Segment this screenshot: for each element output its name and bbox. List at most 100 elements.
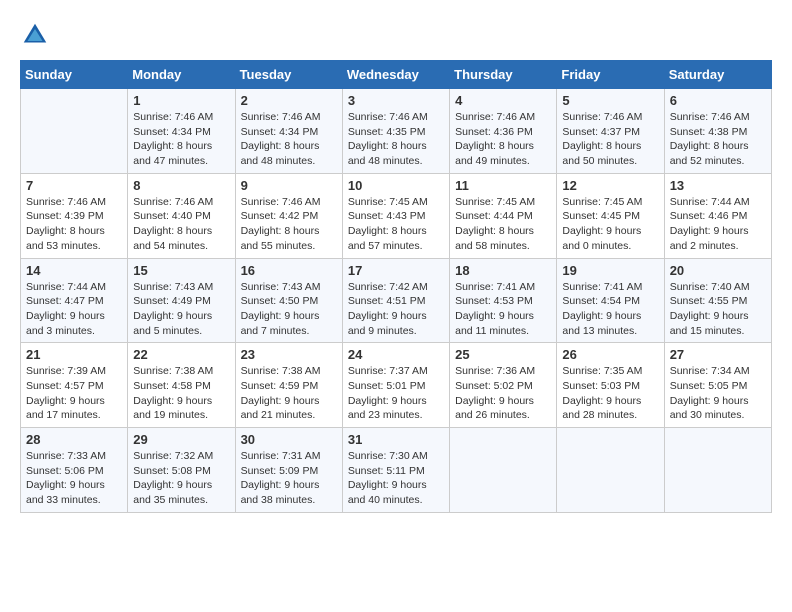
day-info: Sunrise: 7:44 AM Sunset: 4:47 PM Dayligh… xyxy=(26,280,122,339)
day-number: 20 xyxy=(670,263,766,278)
calendar-cell: 31 Sunrise: 7:30 AM Sunset: 5:11 PM Dayli… xyxy=(342,428,449,513)
calendar-cell: 23 Sunrise: 7:38 AM Sunset: 4:59 PM Dayli… xyxy=(235,343,342,428)
day-info: Sunrise: 7:46 AM Sunset: 4:39 PM Dayligh… xyxy=(26,195,122,254)
page-header xyxy=(20,20,772,50)
calendar-cell: 14 Sunrise: 7:44 AM Sunset: 4:47 PM Dayli… xyxy=(21,258,128,343)
day-number: 6 xyxy=(670,93,766,108)
calendar-cell: 1Sunrise: 7:46 AM Sunset: 4:34 PM Daylig… xyxy=(128,89,235,174)
day-number: 11 xyxy=(455,178,551,193)
day-info: Sunrise: 7:39 AM Sunset: 4:57 PM Dayligh… xyxy=(26,364,122,423)
calendar-header: SundayMondayTuesdayWednesdayThursdayFrid… xyxy=(21,61,772,89)
header-row: SundayMondayTuesdayWednesdayThursdayFrid… xyxy=(21,61,772,89)
calendar-cell: 25 Sunrise: 7:36 AM Sunset: 5:02 PM Dayli… xyxy=(450,343,557,428)
day-info: Sunrise: 7:43 AM Sunset: 4:49 PM Dayligh… xyxy=(133,280,229,339)
day-info: Sunrise: 7:46 AM Sunset: 4:36 PM Dayligh… xyxy=(455,110,551,169)
day-info: Sunrise: 7:36 AM Sunset: 5:02 PM Dayligh… xyxy=(455,364,551,423)
logo xyxy=(20,20,54,50)
calendar-week-row: 7 Sunrise: 7:46 AM Sunset: 4:39 PM Daylig… xyxy=(21,173,772,258)
day-info: Sunrise: 7:46 AM Sunset: 4:40 PM Dayligh… xyxy=(133,195,229,254)
calendar-body: 1 Sunrise: 7:46 AM Sunset: 4:34 PM Daylig… xyxy=(21,89,772,513)
day-number: 31 xyxy=(348,432,444,447)
calendar-cell: 19Sunrise: 7:41 AM Sunset: 4:54 PM Dayli… xyxy=(557,258,664,343)
calendar-cell: 5 Sunrise: 7:46 AM Sunset: 4:37 PM Daylig… xyxy=(557,89,664,174)
logo-icon xyxy=(20,20,50,50)
day-number: 15 xyxy=(133,263,229,278)
day-number: 29 xyxy=(133,432,229,447)
calendar-cell: 2 Sunrise: 7:46 AM Sunset: 4:34 PM Daylig… xyxy=(235,89,342,174)
day-number: 12 xyxy=(562,178,658,193)
day-info: Sunrise: 7:45 AM Sunset: 4:43 PM Dayligh… xyxy=(348,195,444,254)
day-info: Sunrise: 7:44 AM Sunset: 4:46 PM Dayligh… xyxy=(670,195,766,254)
calendar-cell xyxy=(21,89,128,174)
day-number: 28 xyxy=(26,432,122,447)
calendar-table: SundayMondayTuesdayWednesdayThursdayFrid… xyxy=(20,60,772,513)
calendar-week-row: 14 Sunrise: 7:44 AM Sunset: 4:47 PM Dayli… xyxy=(21,258,772,343)
day-number: 25 xyxy=(455,347,551,362)
day-info: Sunrise: 7:46 AM Sunset: 4:38 PM Dayligh… xyxy=(670,110,766,169)
calendar-week-row: 1 Sunrise: 7:46 AM Sunset: 4:34 PM Daylig… xyxy=(21,89,772,174)
calendar-cell: 26 Sunrise: 7:35 AM Sunset: 5:03 PM Dayli… xyxy=(557,343,664,428)
day-info: Sunrise: 7:37 AM Sunset: 5:01 PM Dayligh… xyxy=(348,364,444,423)
day-number: 23 xyxy=(241,347,337,362)
day-number: 2 xyxy=(241,93,337,108)
day-number: 5 xyxy=(562,93,658,108)
calendar-cell: 3Sunrise: 7:46 AM Sunset: 4:35 PM Daylig… xyxy=(342,89,449,174)
calendar-cell: 8 Sunrise: 7:46 AM Sunset: 4:40 PM Daylig… xyxy=(128,173,235,258)
calendar-week-row: 28 Sunrise: 7:33 AM Sunset: 5:06 PM Dayli… xyxy=(21,428,772,513)
day-number: 9 xyxy=(241,178,337,193)
weekday-header: Monday xyxy=(128,61,235,89)
calendar-cell: 6 Sunrise: 7:46 AM Sunset: 4:38 PM Daylig… xyxy=(664,89,771,174)
day-number: 7 xyxy=(26,178,122,193)
day-number: 18 xyxy=(455,263,551,278)
day-info: Sunrise: 7:45 AM Sunset: 4:44 PM Dayligh… xyxy=(455,195,551,254)
day-info: Sunrise: 7:46 AM Sunset: 4:42 PM Dayligh… xyxy=(241,195,337,254)
day-number: 14 xyxy=(26,263,122,278)
day-info: Sunrise: 7:33 AM Sunset: 5:06 PM Dayligh… xyxy=(26,449,122,508)
calendar-cell: 15 Sunrise: 7:43 AM Sunset: 4:49 PM Dayli… xyxy=(128,258,235,343)
day-number: 1 xyxy=(133,93,229,108)
day-number: 8 xyxy=(133,178,229,193)
day-info: Sunrise: 7:38 AM Sunset: 4:59 PM Dayligh… xyxy=(241,364,337,423)
day-info: Sunrise: 7:35 AM Sunset: 5:03 PM Dayligh… xyxy=(562,364,658,423)
day-number: 16 xyxy=(241,263,337,278)
day-info: Sunrise: 7:32 AM Sunset: 5:08 PM Dayligh… xyxy=(133,449,229,508)
day-number: 21 xyxy=(26,347,122,362)
day-info: Sunrise: 7:42 AM Sunset: 4:51 PM Dayligh… xyxy=(348,280,444,339)
day-number: 26 xyxy=(562,347,658,362)
calendar-cell xyxy=(450,428,557,513)
weekday-header: Thursday xyxy=(450,61,557,89)
day-number: 17 xyxy=(348,263,444,278)
calendar-cell: 27 Sunrise: 7:34 AM Sunset: 5:05 PM Dayli… xyxy=(664,343,771,428)
day-info: Sunrise: 7:43 AM Sunset: 4:50 PM Dayligh… xyxy=(241,280,337,339)
calendar-cell: 18Sunrise: 7:41 AM Sunset: 4:53 PM Dayli… xyxy=(450,258,557,343)
day-info: Sunrise: 7:45 AM Sunset: 4:45 PM Dayligh… xyxy=(562,195,658,254)
calendar-cell: 17 Sunrise: 7:42 AM Sunset: 4:51 PM Dayli… xyxy=(342,258,449,343)
weekday-header: Saturday xyxy=(664,61,771,89)
day-info: Sunrise: 7:41 AM Sunset: 4:54 PM Dayligh… xyxy=(562,280,658,339)
calendar-cell: 16 Sunrise: 7:43 AM Sunset: 4:50 PM Dayli… xyxy=(235,258,342,343)
day-info: Sunrise: 7:46 AM Sunset: 4:37 PM Dayligh… xyxy=(562,110,658,169)
day-info: Sunrise: 7:46 AM Sunset: 4:34 PM Dayligh… xyxy=(241,110,337,169)
calendar-cell: 20 Sunrise: 7:40 AM Sunset: 4:55 PM Dayli… xyxy=(664,258,771,343)
calendar-cell: 4Sunrise: 7:46 AM Sunset: 4:36 PM Daylig… xyxy=(450,89,557,174)
calendar-cell: 11 Sunrise: 7:45 AM Sunset: 4:44 PM Dayli… xyxy=(450,173,557,258)
day-info: Sunrise: 7:30 AM Sunset: 5:11 PM Dayligh… xyxy=(348,449,444,508)
calendar-cell: 22Sunrise: 7:38 AM Sunset: 4:58 PM Dayli… xyxy=(128,343,235,428)
calendar-cell: 7 Sunrise: 7:46 AM Sunset: 4:39 PM Daylig… xyxy=(21,173,128,258)
weekday-header: Wednesday xyxy=(342,61,449,89)
calendar-cell: 9 Sunrise: 7:46 AM Sunset: 4:42 PM Daylig… xyxy=(235,173,342,258)
calendar-cell: 21 Sunrise: 7:39 AM Sunset: 4:57 PM Dayli… xyxy=(21,343,128,428)
day-info: Sunrise: 7:40 AM Sunset: 4:55 PM Dayligh… xyxy=(670,280,766,339)
calendar-cell: 29 Sunrise: 7:32 AM Sunset: 5:08 PM Dayli… xyxy=(128,428,235,513)
calendar-cell: 13Sunrise: 7:44 AM Sunset: 4:46 PM Dayli… xyxy=(664,173,771,258)
weekday-header: Sunday xyxy=(21,61,128,89)
calendar-cell: 30Sunrise: 7:31 AM Sunset: 5:09 PM Dayli… xyxy=(235,428,342,513)
day-number: 3 xyxy=(348,93,444,108)
calendar-cell xyxy=(664,428,771,513)
day-number: 27 xyxy=(670,347,766,362)
weekday-header: Tuesday xyxy=(235,61,342,89)
day-info: Sunrise: 7:31 AM Sunset: 5:09 PM Dayligh… xyxy=(241,449,337,508)
day-info: Sunrise: 7:34 AM Sunset: 5:05 PM Dayligh… xyxy=(670,364,766,423)
calendar-cell xyxy=(557,428,664,513)
day-number: 24 xyxy=(348,347,444,362)
